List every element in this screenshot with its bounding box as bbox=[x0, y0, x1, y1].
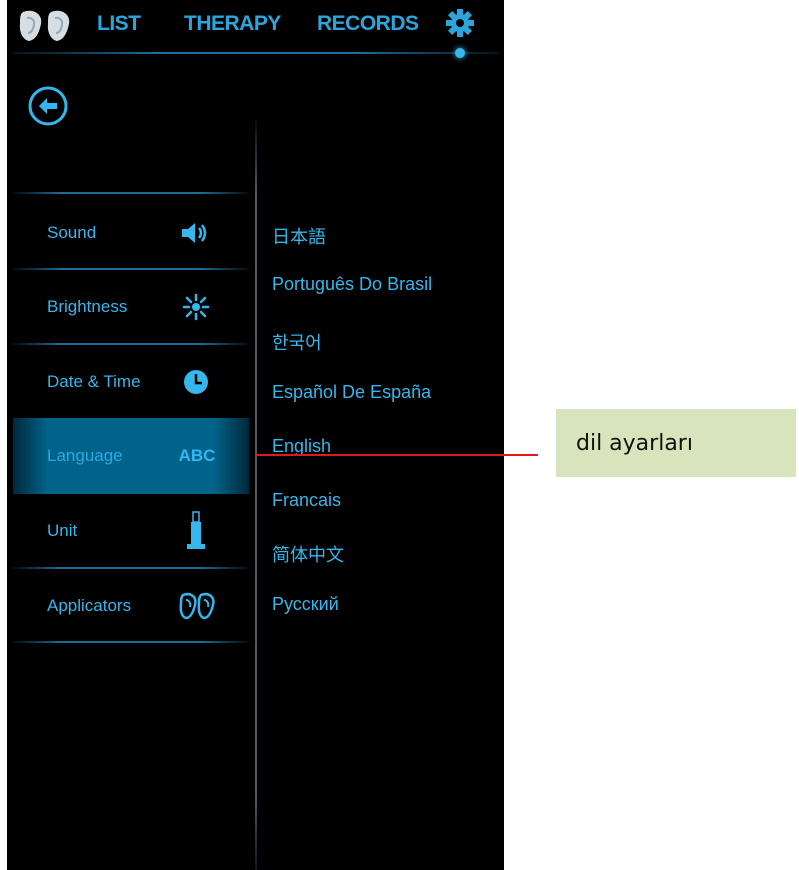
menu-item-sound[interactable]: Sound bbox=[13, 196, 249, 270]
menu-item-label: Date & Time bbox=[47, 372, 141, 391]
language-option-russian[interactable]: Русский bbox=[272, 594, 339, 615]
applicators-icon bbox=[178, 588, 218, 624]
menu-item-date-time[interactable]: Date & Time bbox=[13, 345, 249, 419]
gear-icon[interactable] bbox=[445, 8, 475, 38]
tab-list[interactable]: LIST bbox=[97, 12, 141, 36]
menu-item-label: Applicators bbox=[47, 596, 132, 615]
nav-underline bbox=[13, 52, 499, 54]
annotation-box: dil ayarları bbox=[556, 409, 796, 477]
language-option-french[interactable]: Francais bbox=[272, 490, 341, 511]
language-option-simplified-chinese[interactable]: 简体中文 bbox=[272, 541, 344, 567]
back-arrow-icon[interactable] bbox=[27, 85, 69, 127]
abc-icon: ABC bbox=[178, 446, 216, 465]
speaker-icon bbox=[178, 215, 214, 251]
language-option-portuguese-brazil[interactable]: Português Do Brasil bbox=[272, 274, 432, 295]
unit-icon bbox=[178, 511, 214, 549]
device-screen: LIST THERAPY RECORDS Sound Brightness Da… bbox=[7, 0, 504, 870]
annotation-text: dil ayarları bbox=[576, 430, 693, 456]
applicators-logo-icon[interactable] bbox=[17, 8, 75, 44]
menu-item-applicators[interactable]: Applicators bbox=[13, 569, 249, 643]
menu-item-label: Sound bbox=[47, 223, 97, 242]
menu-item-label: Language bbox=[47, 446, 123, 465]
brightness-icon bbox=[178, 289, 214, 325]
tab-records[interactable]: RECORDS bbox=[317, 12, 419, 36]
annotation-pointer-line bbox=[256, 454, 538, 456]
menu-divider bbox=[13, 192, 249, 194]
language-option-japanese[interactable]: 日本語 bbox=[272, 223, 326, 249]
menu-item-unit[interactable]: Unit bbox=[13, 494, 249, 568]
menu-item-language[interactable]: Language ABC bbox=[13, 418, 249, 494]
menu-divider bbox=[13, 641, 249, 643]
clock-icon bbox=[178, 364, 214, 400]
nav-active-indicator bbox=[455, 48, 465, 58]
vertical-divider bbox=[255, 120, 257, 870]
menu-item-label: Brightness bbox=[47, 297, 128, 316]
menu-item-label: Unit bbox=[47, 521, 78, 540]
language-option-korean[interactable]: 한국어 bbox=[272, 329, 322, 355]
tab-therapy[interactable]: THERAPY bbox=[184, 12, 281, 36]
menu-item-brightness[interactable]: Brightness bbox=[13, 270, 249, 344]
top-nav: LIST THERAPY RECORDS bbox=[7, 0, 504, 60]
language-option-spanish-spain[interactable]: Español De España bbox=[272, 382, 431, 403]
